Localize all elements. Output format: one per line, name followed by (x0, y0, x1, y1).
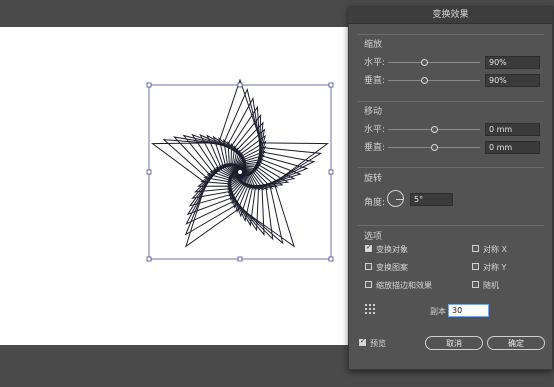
scale-horizontal-slider-knob[interactable] (421, 59, 429, 66)
scale-vertical-slider-knob[interactable] (421, 77, 429, 84)
angle-label: 角度: (364, 198, 386, 208)
move-section-title: 移动 (364, 107, 383, 117)
transform-effect-dialog: 变换效果 缩放 水平: 90% 垂直: 90% 移动 水平: 0 mm 垂直: … (348, 6, 553, 370)
reference-point-icon[interactable] (365, 304, 376, 315)
dialog-title: 变换效果 (349, 7, 552, 24)
move-horizontal-slider-knob[interactable] (430, 126, 438, 133)
twisted-star-artwork[interactable] (0, 0, 362, 387)
options-section-title: 选项 (364, 232, 383, 242)
transform-objects-checkbox[interactable] (365, 243, 372, 252)
scale-vertical-label: 垂直: (364, 76, 386, 86)
rotate-section-title: 旋转 (364, 174, 383, 184)
preview-checkbox[interactable] (359, 337, 366, 346)
star-copies (151, 78, 329, 248)
reflect-y-label: 对称 Y (483, 263, 507, 272)
random-checkbox[interactable] (472, 281, 479, 288)
reflect-x-label: 对称 X (483, 245, 508, 254)
move-vertical-field[interactable]: 0 mm (485, 141, 540, 154)
ok-button[interactable]: 确定 (487, 336, 545, 350)
center-point (238, 170, 242, 174)
preview-label: 预览 (370, 339, 386, 348)
reflect-x-checkbox[interactable] (472, 245, 479, 252)
reflect-y-checkbox[interactable] (472, 263, 479, 270)
scale-horizontal-label: 水平: (364, 58, 386, 68)
move-horizontal-label: 水平: (364, 125, 386, 135)
scale-section: 缩放 水平: 90% 垂直: 90% (358, 34, 544, 97)
move-section: 移动 水平: 0 mm 垂直: 0 mm (358, 101, 544, 164)
random-label: 随机 (483, 281, 499, 290)
copies-field[interactable]: 30 (448, 304, 489, 317)
move-vertical-label: 垂直: (364, 143, 386, 153)
cancel-button[interactable]: 取消 (425, 336, 483, 350)
rotate-section: 旋转 角度: 5° (358, 167, 544, 213)
options-section: 选项 变换对象 对称 X 变换图案 对称 Y 缩放描边和效果 随机 副本 30 (358, 225, 544, 324)
transform-patterns-label: 变换图案 (376, 263, 408, 272)
scale-vertical-slider[interactable] (388, 80, 480, 81)
scale-section-title: 缩放 (364, 40, 383, 50)
move-vertical-slider-knob[interactable] (430, 144, 438, 151)
scale-horizontal-slider[interactable] (388, 62, 480, 63)
angle-dial[interactable] (387, 190, 404, 207)
transform-patterns-checkbox[interactable] (365, 263, 372, 270)
scale-horizontal-field[interactable]: 90% (485, 56, 540, 69)
angle-field[interactable]: 5° (410, 193, 453, 206)
scale-strokes-effects-label: 缩放描边和效果 (376, 281, 432, 290)
transform-objects-label: 变换对象 (376, 245, 408, 254)
scale-vertical-field[interactable]: 90% (485, 74, 540, 87)
scale-strokes-effects-checkbox[interactable] (365, 281, 372, 288)
copies-label: 副本 (430, 307, 446, 316)
move-horizontal-field[interactable]: 0 mm (485, 123, 540, 136)
